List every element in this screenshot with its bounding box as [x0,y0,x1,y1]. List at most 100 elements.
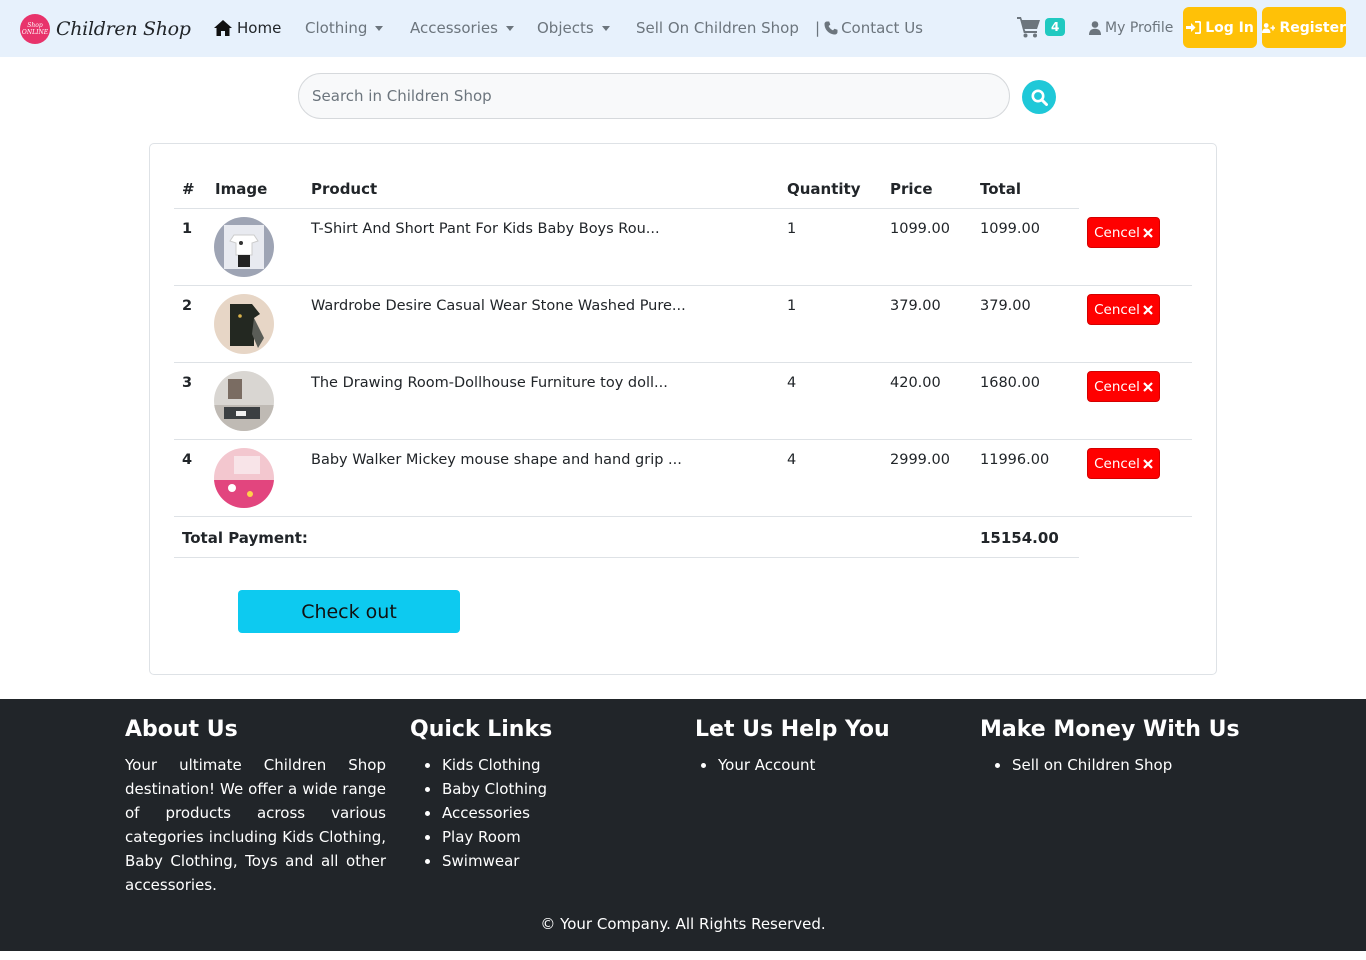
nav-accessories-label: Accessories [410,19,498,37]
phone-icon [824,21,838,35]
product-total: 1680.00 [980,375,1040,391]
cancel-button[interactable]: Cencel [1087,371,1160,402]
cart-button[interactable]: 4 [1017,16,1066,38]
total-payment-label: Total Payment: [182,529,308,547]
cart-count-badge: 4 [1045,18,1066,36]
nav-home[interactable]: Home [214,19,281,37]
footer-link-accessories[interactable]: Accessories [425,801,547,825]
row-divider [174,439,1192,440]
product-name: T-Shirt And Short Pant For Kids Baby Boy… [311,221,660,237]
footer-link-sell[interactable]: Sell on Children Shop [995,753,1172,777]
cancel-label: Cencel [1094,224,1140,241]
login-label: Log In [1205,19,1254,36]
close-icon [1143,458,1153,469]
cancel-label: Cencel [1094,301,1140,318]
row-divider [174,362,1192,363]
footer-link-play-room[interactable]: Play Room [425,825,547,849]
cancel-label: Cencel [1094,455,1140,472]
product-name: The Drawing Room-Dollhouse Furniture toy… [311,375,668,391]
register-label: Register [1279,19,1346,36]
table-divider [174,208,1079,209]
product-image[interactable] [214,448,274,508]
nav-contact-label: Contact Us [841,19,923,37]
nav-accessories-dropdown[interactable]: Accessories [410,19,514,37]
nav-clothing-label: Clothing [305,19,368,37]
footer-money-title: Make Money With Us [980,717,1240,742]
product-image[interactable] [214,217,274,277]
chevron-down-icon [375,25,384,31]
header-image: Image [215,180,268,198]
header-num: # [182,180,195,198]
close-icon [1143,227,1153,238]
product-name: Baby Walker Mickey mouse shape and hand … [311,452,682,468]
row-divider [174,516,1192,517]
navbar: Shop ONLINE Children Shop Home Clothing … [0,0,1366,57]
chevron-down-icon [505,25,514,31]
cancel-button[interactable]: Cencel [1087,294,1160,325]
login-icon [1186,21,1202,34]
product-price: 379.00 [890,298,941,314]
product-image[interactable] [214,294,274,354]
footer-quick-title: Quick Links [410,717,553,742]
nav-objects-dropdown[interactable]: Objects [537,19,610,37]
footer-help-title: Let Us Help You [695,717,890,742]
row-number: 3 [182,375,193,391]
product-quantity: 1 [787,298,797,314]
header-price: Price [890,180,933,198]
search-button[interactable] [1022,80,1056,114]
brand[interactable]: Shop ONLINE Children Shop [20,14,191,44]
footer-copyright: © Your Company. All Rights Reserved. [540,915,826,933]
user-plus-icon [1262,22,1276,33]
row-divider [174,285,1192,286]
header-product: Product [311,180,378,198]
header-quantity: Quantity [787,180,861,198]
chevron-down-icon [601,25,610,31]
product-quantity: 4 [787,375,797,391]
product-total: 11996.00 [980,452,1050,468]
user-icon [1089,21,1101,35]
product-total: 1099.00 [980,221,1040,237]
total-divider [174,557,1079,558]
product-total: 379.00 [980,298,1031,314]
product-quantity: 4 [787,452,797,468]
footer-help-links: Your Account [701,753,815,777]
footer-quick-links: Kids Clothing Baby Clothing Accessories … [425,753,547,873]
footer-link-swimwear[interactable]: Swimwear [425,849,547,873]
search-icon [1031,89,1048,106]
nav-clothing-dropdown[interactable]: Clothing [305,19,384,37]
my-profile-link[interactable]: My Profile [1089,20,1173,36]
close-icon [1143,304,1153,315]
footer-link-baby-clothing[interactable]: Baby Clothing [425,777,547,801]
footer-about-text: Your ultimate Children Shop destination!… [125,756,386,894]
nav-objects-label: Objects [537,19,594,37]
nav-sell[interactable]: Sell On Children Shop [636,19,799,37]
nav-contact[interactable]: | Contact Us [815,19,923,37]
product-price: 1099.00 [890,221,950,237]
register-button[interactable]: Register [1262,7,1346,48]
product-price: 420.00 [890,375,941,391]
login-button[interactable]: Log In [1183,7,1257,48]
search-input[interactable] [298,73,1010,119]
row-number: 1 [182,221,193,237]
footer-link-your-account[interactable]: Your Account [701,753,815,777]
total-payment-value: 15154.00 [980,529,1059,547]
nav-sell-label: Sell On Children Shop [636,19,799,37]
cancel-label: Cencel [1094,378,1140,395]
brand-logo: Shop ONLINE [20,14,50,44]
cancel-button[interactable]: Cencel [1087,448,1160,479]
nav-separator: | [815,19,821,37]
cancel-button[interactable]: Cencel [1087,217,1160,248]
footer: About Us Your ultimate Children Shop des… [0,699,1366,951]
footer-link-kids-clothing[interactable]: Kids Clothing [425,753,547,777]
product-price: 2999.00 [890,452,950,468]
footer-money-links: Sell on Children Shop [995,753,1172,777]
product-image[interactable] [214,371,274,431]
brand-name: Children Shop [56,18,191,40]
close-icon [1143,381,1153,392]
product-quantity: 1 [787,221,797,237]
nav-home-label: Home [237,19,282,37]
checkout-button[interactable]: Check out [238,590,460,633]
cart-icon [1017,17,1040,38]
product-name: Wardrobe Desire Casual Wear Stone Washed… [311,298,686,314]
row-number: 2 [182,298,193,314]
